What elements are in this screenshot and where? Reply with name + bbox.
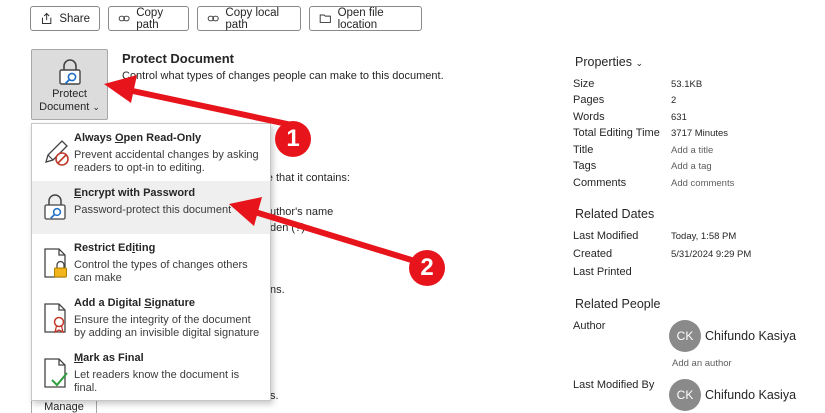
arrow-2-shaft	[252, 209, 421, 265]
arrow-1-shaft	[125, 87, 295, 128]
annotation-arrows	[104, 75, 421, 265]
arrow-1-head	[104, 75, 137, 103]
annotation-badge-1: 1	[275, 121, 311, 157]
arrow-2-head	[229, 197, 262, 226]
annotation-badge-2: 2	[409, 250, 445, 286]
